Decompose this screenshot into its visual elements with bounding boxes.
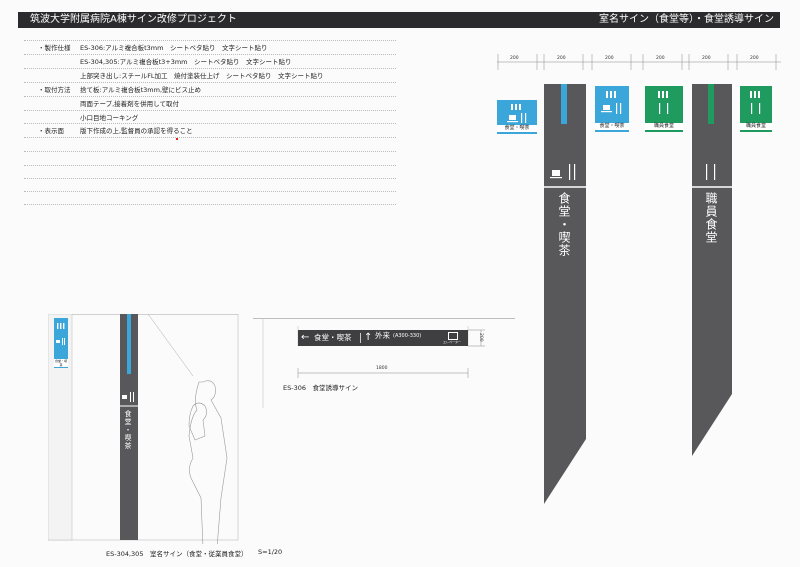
fork-knife-cup-icon xyxy=(601,91,622,114)
display-label: ・表示面 xyxy=(38,127,64,135)
dim-label: 200 xyxy=(557,56,566,61)
fork-knife-icon xyxy=(750,91,761,114)
mounting-label: ・取付方法 xyxy=(38,86,71,94)
guide-right-text: 外来 xyxy=(375,331,390,340)
fork-knife-cup-icon xyxy=(507,104,527,123)
dim-label: 200 xyxy=(702,56,711,61)
panel-label: 食堂・喫茶 xyxy=(497,125,537,132)
divider xyxy=(360,333,361,343)
elevator-label: エレベーター xyxy=(443,340,462,344)
pole-text: 食堂・喫茶 xyxy=(557,192,571,257)
dimension-row: 200 200 200 200 200 200 xyxy=(497,52,782,72)
dim-label: 200 xyxy=(750,56,759,61)
rule-line xyxy=(24,82,396,83)
panel-label: 職員食堂 xyxy=(645,123,683,130)
fork-knife-icon xyxy=(706,164,716,180)
side-view-caption: ES-304,305 室名サイン（食堂・従業員食堂） xyxy=(106,550,248,558)
manufacture-label: ・製作仕様 xyxy=(38,44,71,52)
rule-line xyxy=(24,137,396,138)
fork-knife-cup-icon xyxy=(56,323,65,345)
rule-line xyxy=(24,151,396,152)
room-sign-panel-cafeteria: 食堂・喫茶 xyxy=(497,100,537,134)
guide-sign-panel: ← 食堂・喫茶 ↑ 外来 (A300-330) エレベーター xyxy=(298,330,468,346)
pole-text: 職員食堂 xyxy=(704,192,718,244)
guide-sign-drawing: ← 食堂・喫茶 ↑ 外来 (A300-330) エレベーター 200 1800 xyxy=(253,318,515,420)
rule-line xyxy=(24,204,396,205)
side-view-drawing: 食堂・喫茶 食堂・喫茶 xyxy=(48,314,248,544)
guide-right-sub: (A300-330) xyxy=(393,333,422,339)
spec-line: 捨て板:アルミ複合板t3mm,壁にビス止め xyxy=(80,86,202,94)
spec-line: 上部突き出し:スチールFL加工 焼付塗装仕上げ シートベタ貼り 文字シート貼り xyxy=(80,72,324,80)
pole-text: 食堂・喫茶 xyxy=(124,410,132,450)
rule-line xyxy=(24,96,396,97)
scale-label: S=1/20 xyxy=(258,548,283,556)
rule-line xyxy=(24,191,396,192)
spec-line: 版下作成の上,監督員の承認を得ること xyxy=(80,127,193,135)
elevator-icon xyxy=(448,332,458,340)
spec-line: ES-304,305:アルミ複合板t3+3mm シートベタ貼り 文字シート貼り xyxy=(80,58,292,66)
spec-line: 両面テープ,接着剤を併用して取付 xyxy=(80,100,179,108)
dim-label: 200 xyxy=(605,56,614,61)
rule-line xyxy=(24,40,396,41)
sheet-title: 室名サイン（食堂等）・食堂誘導サイン xyxy=(599,14,774,25)
panel-label: 食堂・喫茶 xyxy=(54,359,68,367)
rule-line xyxy=(24,68,396,69)
dim-label: 200 xyxy=(656,56,665,61)
room-sign-panel-side: 食堂・喫茶 xyxy=(54,318,68,368)
cup-fork-knife-icon xyxy=(122,392,134,402)
arrow-up-icon: ↑ xyxy=(364,332,373,343)
red-mark xyxy=(176,138,178,140)
project-title: 筑波大学附属病院A棟サイン改修プロジェクト xyxy=(30,14,237,25)
room-sign-panel-staff-dining: 職員食堂 xyxy=(645,86,683,132)
width-dim: 1800 xyxy=(376,366,388,371)
rule-line xyxy=(24,165,396,166)
spec-line: ES-306:アルミ複合板t3mm シートベタ貼り 文字シート貼り xyxy=(80,44,268,52)
rule-line xyxy=(24,178,396,179)
room-sign-panel-staff-dining: 職員食堂 xyxy=(740,86,772,132)
dim-label: 200 xyxy=(510,56,519,61)
guide-sign-caption: ES-306 食堂誘導サイン xyxy=(283,384,358,392)
rule-line xyxy=(24,54,396,55)
arrow-left-icon: ← xyxy=(301,332,310,343)
cup-fork-knife-icon xyxy=(550,164,576,180)
rule-line xyxy=(24,110,396,111)
panel-label: 食堂・喫茶 xyxy=(595,123,629,130)
height-dim: 200 xyxy=(478,333,483,342)
guide-left-text: 食堂・喫茶 xyxy=(314,333,352,342)
room-sign-panel-cafeteria: 食堂・喫茶 xyxy=(595,86,629,132)
fork-knife-icon xyxy=(658,91,669,114)
projecting-sign-staff-dining: 職員食堂 xyxy=(692,84,732,456)
rule-line xyxy=(24,123,396,124)
projecting-sign-cafeteria: 食堂・喫茶 xyxy=(544,84,586,504)
panel-label: 職員食堂 xyxy=(740,123,772,130)
